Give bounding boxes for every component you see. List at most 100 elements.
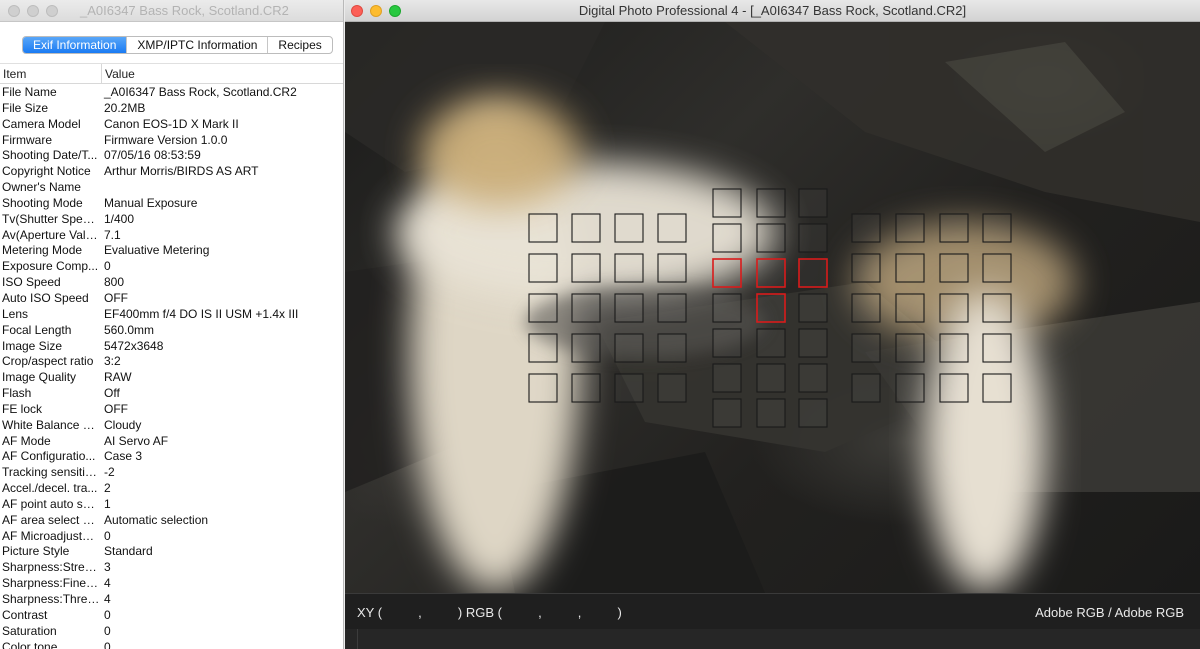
table-row[interactable]: Lens EF400mm f/4 DO IS II USM +1.4x III xyxy=(0,307,343,323)
exif-item-value: Standard xyxy=(104,544,153,559)
table-row[interactable]: AF Mode AI Servo AF xyxy=(0,434,343,450)
exif-item-label: Exposure Comp... xyxy=(2,259,99,274)
zoom-button[interactable] xyxy=(46,5,58,17)
table-row[interactable]: FE lock OFF xyxy=(0,402,343,418)
exif-item-value: Manual Exposure xyxy=(104,195,198,210)
table-row[interactable]: Shooting Date/T... 07/05/16 08:53:59 xyxy=(0,148,343,164)
close-button[interactable] xyxy=(8,5,20,17)
table-row[interactable]: Sharpness:Stren... 3 xyxy=(0,560,343,576)
tab-recipes[interactable]: Recipes xyxy=(268,37,331,53)
viewer-window-titlebar[interactable]: Digital Photo Professional 4 - [_A0I6347… xyxy=(345,0,1200,22)
table-row[interactable]: Metering Mode Evaluative Metering xyxy=(0,243,343,259)
exif-table-header: Item Value xyxy=(0,63,343,84)
exif-item-value: 07/05/16 08:53:59 xyxy=(104,148,201,163)
table-row[interactable]: Camera Model Canon EOS-1D X Mark II xyxy=(0,117,343,133)
af-point xyxy=(895,253,925,283)
exif-item-value: Off xyxy=(104,386,120,401)
column-header-value[interactable]: Value xyxy=(105,67,135,81)
table-row[interactable]: Tv(Shutter Speed) 1/400 xyxy=(0,212,343,228)
af-point xyxy=(528,293,558,323)
exif-item-label: Sharpness:Stren... xyxy=(2,560,100,575)
exif-item-label: Sharpness:Thres... xyxy=(2,592,100,606)
tab-exif-information[interactable]: Exif Information xyxy=(23,37,128,53)
table-row[interactable]: AF point auto sw... 1 xyxy=(0,497,343,513)
af-point xyxy=(982,213,1012,243)
af-point xyxy=(614,253,644,283)
af-point xyxy=(982,293,1012,323)
table-row[interactable]: Owner's Name xyxy=(0,180,343,196)
exif-item-label: Firmware xyxy=(2,132,52,147)
exif-item-label: Av(Aperture Value) xyxy=(2,227,100,242)
af-point xyxy=(756,328,786,358)
exif-item-label: Contrast xyxy=(2,607,48,622)
exif-item-value: -2 xyxy=(104,465,115,480)
exif-item-value: Cloudy xyxy=(104,417,142,432)
af-point xyxy=(712,223,742,253)
exif-table-body[interactable]: File Name _A0I6347 Bass Rock, Scotland.CR… xyxy=(0,85,343,649)
info-window-titlebar[interactable]: _A0I6347 Bass Rock, Scotland.CR2 xyxy=(0,0,343,22)
af-point xyxy=(528,333,558,363)
table-row[interactable]: File Name _A0I6347 Bass Rock, Scotland.CR… xyxy=(0,85,343,101)
af-point xyxy=(851,213,881,243)
table-row[interactable]: AF area select m... Automatic selection xyxy=(0,513,343,529)
exif-item-label: Auto ISO Speed xyxy=(2,290,89,305)
table-row[interactable]: White Balance M... Cloudy xyxy=(0,418,343,434)
exif-item-value: 3 xyxy=(104,560,111,575)
exif-item-label: Owner's Name xyxy=(2,180,81,195)
minimize-button[interactable] xyxy=(27,5,39,17)
table-row[interactable]: Flash Off xyxy=(0,386,343,402)
table-row[interactable]: ISO Speed 800 xyxy=(0,275,343,291)
exif-info-window: _A0I6347 Bass Rock, Scotland.CR2 Exif In… xyxy=(0,0,344,649)
exif-item-label: Focal Length xyxy=(2,322,72,337)
af-point xyxy=(939,253,969,283)
af-point xyxy=(982,373,1012,403)
table-row[interactable]: Accel./decel. tra... 2 xyxy=(0,481,343,497)
af-point xyxy=(528,253,558,283)
exif-item-label: Image Size xyxy=(2,338,63,353)
exif-item-value: Canon EOS-1D X Mark II xyxy=(104,116,239,131)
table-row[interactable]: Firmware Firmware Version 1.0.0 xyxy=(0,133,343,149)
exif-item-label: Lens xyxy=(2,306,29,321)
table-row[interactable]: Tracking sensitivity -2 xyxy=(0,465,343,481)
table-row[interactable]: AF Configuratio... Case 3 xyxy=(0,449,343,465)
exif-item-label: AF point auto sw... xyxy=(2,496,100,511)
column-header-item[interactable]: Item xyxy=(3,67,26,81)
status-bar: XY ( , ) RGB ( , , ) Adobe RGB / Adobe R… xyxy=(345,593,1200,629)
exif-item-value: AI Servo AF xyxy=(104,433,169,448)
af-point xyxy=(756,398,786,428)
table-row[interactable]: Image Quality RAW xyxy=(0,370,343,386)
table-row[interactable]: Shooting Mode Manual Exposure xyxy=(0,196,343,212)
exif-item-label: AF area select m... xyxy=(2,512,100,527)
column-divider[interactable] xyxy=(101,64,102,84)
table-row[interactable]: Exposure Comp... 0 xyxy=(0,259,343,275)
table-row[interactable]: Av(Aperture Value) 7.1 xyxy=(0,228,343,244)
exif-item-label: File Size xyxy=(2,100,49,115)
table-row[interactable]: Saturation 0 xyxy=(0,624,343,640)
table-row[interactable]: Copyright Notice Arthur Morris/BIRDS AS A… xyxy=(0,164,343,180)
exif-item-value: 0 xyxy=(104,639,111,649)
af-point xyxy=(657,253,687,283)
info-window-title: _A0I6347 Bass Rock, Scotland.CR2 xyxy=(80,3,289,18)
table-row[interactable]: Color tone 0 xyxy=(0,640,343,649)
tab-xmp-iptc-information[interactable]: XMP/IPTC Information xyxy=(127,37,269,53)
table-row[interactable]: Auto ISO Speed OFF xyxy=(0,291,343,307)
table-row[interactable]: Picture Style Standard xyxy=(0,544,343,560)
exif-item-label: ISO Speed xyxy=(2,275,61,290)
table-row[interactable]: File Size 20.2MB xyxy=(0,101,343,117)
af-point xyxy=(756,188,786,218)
table-row[interactable]: Crop/aspect ratio 3:2 xyxy=(0,354,343,370)
af-point xyxy=(982,333,1012,363)
exif-item-label: Shooting Date/T... xyxy=(2,148,98,163)
table-row[interactable]: Focal Length 560.0mm xyxy=(0,323,343,339)
af-point-active xyxy=(798,258,828,288)
table-row[interactable]: Image Size 5472x3648 xyxy=(0,339,343,355)
table-row[interactable]: AF Microadjustm... 0 xyxy=(0,529,343,545)
exif-item-label: Copyright Notice xyxy=(2,164,91,179)
image-viewer[interactable] xyxy=(345,22,1200,593)
exif-item-label: AF Microadjustm... xyxy=(2,528,100,543)
table-row[interactable]: Sharpness:Finen... 4 xyxy=(0,576,343,592)
table-row[interactable]: Contrast 0 xyxy=(0,608,343,624)
af-point xyxy=(528,373,558,403)
af-point xyxy=(657,333,687,363)
table-row[interactable]: Sharpness:Thres... 4 xyxy=(0,592,343,608)
